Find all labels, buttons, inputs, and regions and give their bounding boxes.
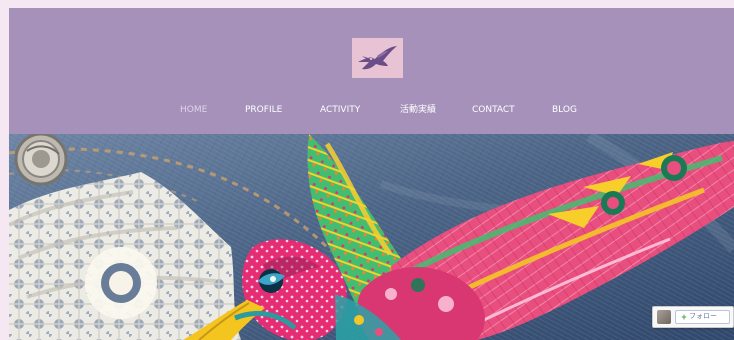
nav-activity[interactable]: ACTIVITY [320,104,360,116]
main-navigation: HOME PROFILE ACTIVITY 活動実績 CONTACT BLOG [9,104,734,118]
follow-button[interactable]: + フォロー [675,310,730,324]
page-frame: HOME PROFILE ACTIVITY 活動実績 CONTACT BLOG [9,8,734,340]
follow-label: フォロー [689,313,717,320]
avatar-icon [657,310,671,324]
nav-profile[interactable]: PROFILE [245,104,282,116]
follow-widget: + フォロー [652,306,734,328]
nav-home[interactable]: HOME [180,104,207,116]
nav-contact[interactable]: CONTACT [472,104,515,116]
hummingbird-photo-icon [9,134,734,340]
hero-image [9,134,734,340]
nav-achievements[interactable]: 活動実績 [400,104,436,116]
nav-blog[interactable]: BLOG [552,104,577,116]
hummingbird-icon [358,46,397,70]
site-logo[interactable] [352,38,403,78]
site-header: HOME PROFILE ACTIVITY 活動実績 CONTACT BLOG [9,8,734,133]
plus-icon: + [681,312,687,322]
